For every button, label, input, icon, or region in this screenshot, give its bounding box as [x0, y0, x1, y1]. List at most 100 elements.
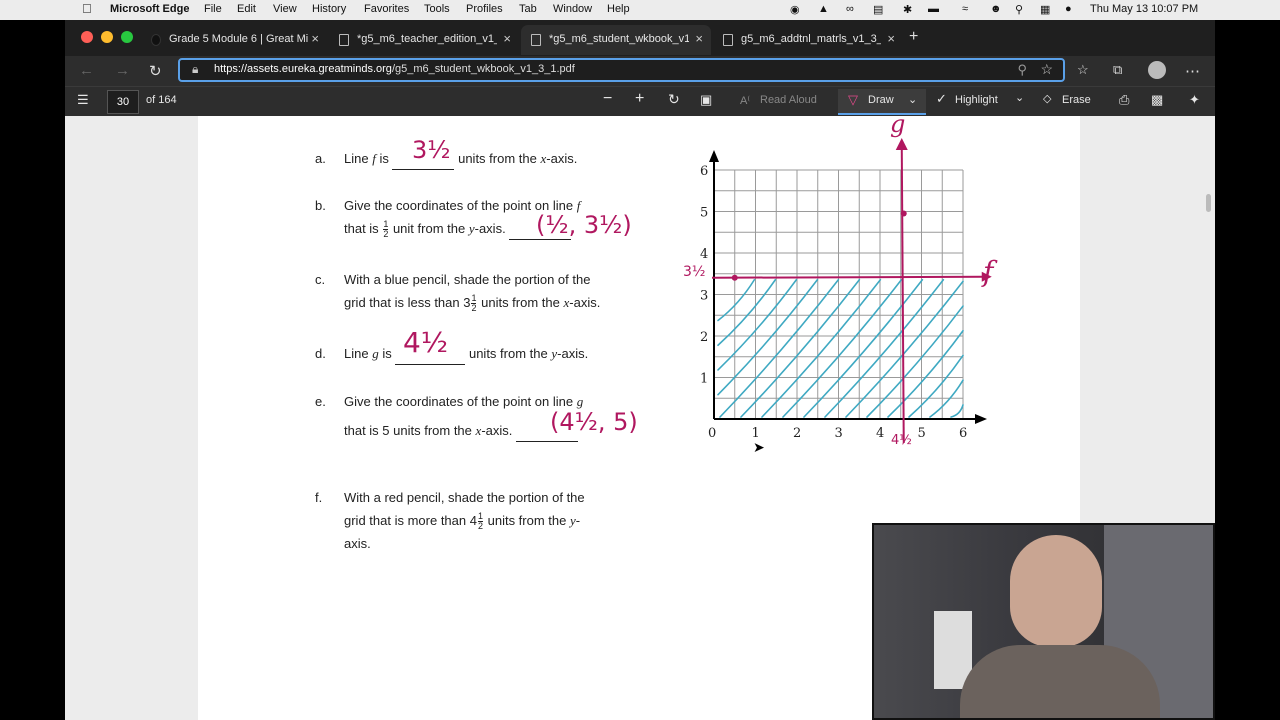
- bluetooth-icon[interactable]: ✱: [903, 3, 912, 16]
- zoom-window-button[interactable]: [121, 31, 133, 43]
- x-tick-label: 3: [835, 426, 843, 441]
- menu-window[interactable]: Window: [553, 3, 592, 15]
- greatminds-favicon-icon: [151, 34, 161, 46]
- close-icon[interactable]: ×: [695, 31, 703, 46]
- mouse-cursor-icon: ➤: [753, 439, 765, 455]
- menubar-clock[interactable]: Thu May 13 10:07 PM: [1090, 3, 1198, 15]
- close-window-button[interactable]: [81, 31, 93, 43]
- menu-favorites[interactable]: Favorites: [364, 3, 409, 15]
- fraction-denominator: 2: [471, 303, 477, 314]
- tab-additional-materials[interactable]: g5_m6_addtnl_matrls_v1_3_0.pdf ×: [713, 25, 903, 55]
- menu-profiles[interactable]: Profiles: [466, 3, 503, 15]
- handwritten-line-g-label: g: [890, 116, 905, 138]
- menu-help[interactable]: Help: [607, 3, 630, 15]
- screen-icon[interactable]: ▤: [873, 3, 883, 16]
- handwritten-y-mark: 3½: [683, 264, 705, 280]
- zoom-out-icon[interactable]: −: [603, 90, 612, 108]
- fraction-numerator: 1: [477, 511, 483, 522]
- forward-icon[interactable]: →: [115, 62, 130, 79]
- question-text: units from the: [481, 295, 560, 310]
- lock-icon[interactable]: 🔒︎: [192, 62, 198, 77]
- menu-app-name[interactable]: Microsoft Edge: [110, 3, 189, 15]
- question-label: e.: [315, 394, 326, 409]
- zoom-icon[interactable]: ⚲: [1017, 62, 1027, 78]
- pin-icon[interactable]: ✦: [1189, 92, 1200, 108]
- draw-button[interactable]: ▽ Draw ⌄: [838, 89, 926, 115]
- question-text: -axis.: [557, 346, 589, 361]
- close-icon[interactable]: ×: [887, 31, 895, 46]
- erase-button[interactable]: Erase: [1062, 94, 1091, 106]
- back-icon[interactable]: ←: [79, 62, 94, 79]
- close-icon[interactable]: ×: [503, 31, 511, 46]
- fit-page-icon[interactable]: ▣: [700, 92, 712, 108]
- chevron-down-icon[interactable]: ⌄: [1015, 91, 1024, 104]
- handwritten-answer-d: 4½: [403, 326, 448, 359]
- draw-label: Draw: [868, 94, 894, 106]
- menu-view[interactable]: View: [273, 3, 297, 15]
- webcam-person-face: [1010, 535, 1102, 647]
- blue-shade-stroke: [719, 278, 840, 418]
- question-text: Line: [344, 151, 369, 166]
- question-label: b.: [315, 198, 326, 213]
- highlight-button[interactable]: Highlight: [955, 94, 998, 106]
- tab-label: *g5_m6_teacher_edition_v1_3_1.pdf: [357, 33, 497, 45]
- rotate-icon[interactable]: ↻: [668, 91, 680, 108]
- user-icon[interactable]: ☻: [990, 3, 1002, 15]
- menu-file[interactable]: File: [204, 3, 222, 15]
- page-number-input[interactable]: 30: [107, 90, 139, 114]
- menu-edit[interactable]: Edit: [237, 3, 256, 15]
- wifi-icon[interactable]: ≈: [962, 3, 968, 15]
- fraction-denominator: 2: [477, 521, 483, 532]
- save-icon[interactable]: ▩: [1151, 92, 1163, 108]
- draw-pen-icon: ▽: [848, 92, 858, 107]
- apple-icon[interactable]: : [82, 1, 92, 16]
- handwritten-line-f-label: f: [981, 255, 998, 288]
- menu-tools[interactable]: Tools: [424, 3, 450, 15]
- menu-tab[interactable]: Tab: [519, 3, 537, 15]
- question-text: -axis.: [481, 423, 513, 438]
- control-center-icon[interactable]: ▦: [1040, 3, 1050, 16]
- highlight-icon[interactable]: ✓: [936, 91, 947, 107]
- chevron-down-icon[interactable]: ⌄: [908, 93, 917, 106]
- question-text: grid that is less than 3: [344, 295, 471, 310]
- collections-icon[interactable]: ⧉: [1113, 62, 1122, 78]
- more-icon[interactable]: ⋯: [1185, 62, 1200, 80]
- battery-icon[interactable]: ▬: [928, 3, 939, 15]
- refresh-icon[interactable]: ↻: [149, 62, 162, 80]
- address-bar[interactable]: 🔒︎ https://assets.eureka.greatminds.org/…: [178, 58, 1065, 82]
- record-icon[interactable]: ◉: [790, 3, 800, 16]
- print-icon[interactable]: ⎙: [1119, 92, 1129, 108]
- question-text: that is 5 units from the: [344, 423, 472, 438]
- answer-blank: [516, 441, 578, 442]
- scrollbar-thumb[interactable]: [1206, 194, 1211, 212]
- tab-greatminds[interactable]: Grade 5 Module 6 | Great Minds ×: [141, 25, 327, 55]
- minimize-window-button[interactable]: [101, 31, 113, 43]
- creative-cloud-icon[interactable]: ∞: [846, 3, 854, 15]
- zoom-in-icon[interactable]: +: [635, 90, 644, 108]
- favorites-icon[interactable]: ☆: [1077, 62, 1089, 78]
- siri-icon[interactable]: ●: [1065, 3, 1072, 15]
- read-aloud-icon[interactable]: A⁽: [740, 94, 750, 107]
- tab-student-workbook[interactable]: *g5_m6_student_wkbook_v1_3_1.pdf ×: [521, 25, 711, 55]
- answer-blank: [395, 364, 466, 365]
- coordinate-grid: 0123456 123456 f g 3½ 4½: [683, 116, 998, 448]
- eraser-icon[interactable]: ◇: [1043, 92, 1051, 105]
- search-icon[interactable]: ⚲: [1015, 3, 1023, 16]
- variable-g: g: [372, 346, 379, 361]
- tab-teacher-edition[interactable]: *g5_m6_teacher_edition_v1_3_1.pdf ×: [329, 25, 519, 55]
- contents-icon[interactable]: ☰: [77, 92, 89, 108]
- url-text[interactable]: https://assets.eureka.greatminds.org/g5_…: [214, 63, 575, 75]
- blue-shade-stroke: [887, 329, 964, 418]
- vlc-icon[interactable]: ▲: [818, 3, 829, 15]
- x-tick-label: 4: [876, 426, 884, 441]
- favorite-star-icon[interactable]: ☆: [1040, 61, 1053, 78]
- close-icon[interactable]: ×: [311, 31, 319, 46]
- menu-history[interactable]: History: [312, 3, 346, 15]
- read-aloud-button[interactable]: Read Aloud: [760, 94, 817, 106]
- fraction-one-half: 12: [471, 294, 477, 314]
- profile-avatar[interactable]: [1148, 61, 1166, 79]
- y-tick-label: 2: [700, 330, 708, 345]
- question-text: units from the: [487, 513, 567, 528]
- question-text: grid that is more than 4: [344, 513, 477, 528]
- new-tab-button[interactable]: +: [909, 28, 918, 46]
